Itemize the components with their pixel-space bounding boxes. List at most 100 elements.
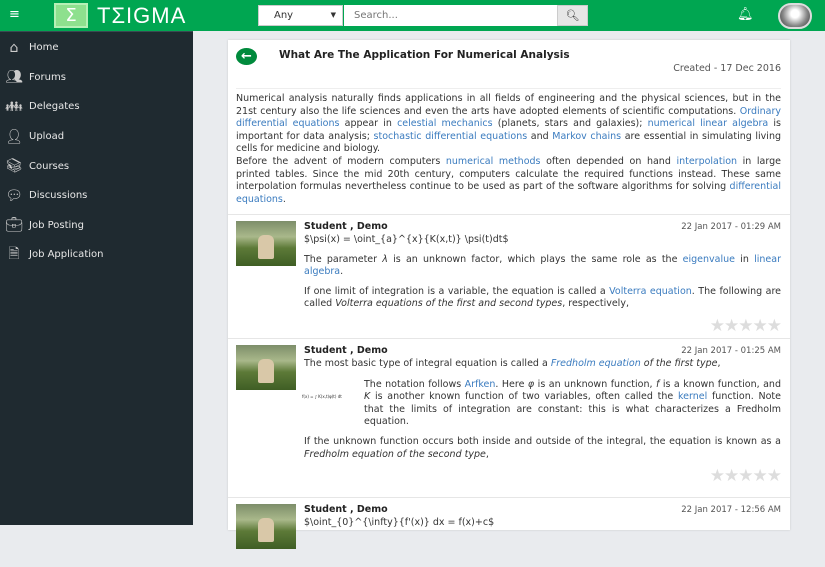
thread-title: What Are The Application For Numerical A…: [279, 49, 570, 61]
inline-link[interactable]: numerical linear algebra: [648, 118, 769, 129]
sidebar-item-courses[interactable]: 📚︎ Courses: [0, 151, 193, 181]
inline-link[interactable]: kernel: [678, 391, 707, 402]
post-paragraph: $\psi(x) = \oint_{a}^{x}{K(x,t)} \psi(t)…: [304, 234, 781, 247]
forums-icon: 👥︎: [5, 69, 23, 86]
sidebar-item-job-posting[interactable]: 💼︎ Job Posting: [0, 211, 193, 241]
post-paragraph: $\oint_{0}^{\infty}{f'(x)} dx = f(x)+c$: [304, 517, 781, 530]
home-icon: ⌂: [9, 39, 19, 56]
sidebar-item-label: Home: [29, 42, 59, 54]
text-segment: $\oint_{0}^{\infty}{f'(x)} dx = f(x)+c$: [304, 517, 495, 528]
text-segment: .: [282, 193, 286, 205]
text-segment: If the unknown function occurs both insi…: [304, 435, 781, 447]
star-rating[interactable]: ★★★★★: [710, 466, 782, 486]
post-paragraph: The parameter λ is an unknown factor, wh…: [304, 254, 781, 279]
text-segment: Before the advent of modern computers: [236, 155, 446, 167]
back-arrow-icon[interactable]: ←: [236, 48, 257, 65]
sidebar-item-label: Job Application: [29, 249, 104, 261]
sidebar-item-job-application[interactable]: 🗎 Job Application: [0, 240, 193, 270]
filter-value: Any: [274, 10, 294, 21]
text-segment: is a known function, and: [659, 378, 781, 390]
text-segment: is an unknown function,: [534, 378, 657, 390]
post-body: $\oint_{0}^{\infty}{f'(x)} dx = f(x)+c$: [304, 517, 781, 537]
user-avatar[interactable]: [778, 3, 812, 29]
inline-link[interactable]: celestial mechanics: [397, 118, 492, 129]
search-button[interactable]: 🔍︎: [557, 5, 588, 26]
upload-icon: 👤︎: [5, 128, 23, 145]
inline-link[interactable]: Arfken: [465, 379, 496, 390]
inline-link[interactable]: interpolation: [676, 156, 737, 167]
text-segment: (planets, stars and galaxies);: [492, 118, 648, 130]
text-segment: The parameter: [304, 253, 383, 265]
thread-intro: Numerical analysis naturally finds appli…: [236, 88, 781, 206]
post-date: 22 Jan 2017 - 01:29 AM: [681, 222, 781, 232]
sidebar-item-label: Delegates: [29, 101, 80, 113]
search-filter-select[interactable]: Any ▼: [258, 5, 343, 26]
text-segment: The notation follows: [364, 378, 465, 390]
logo-sigma-icon: Σ: [54, 3, 88, 28]
discussions-icon: 💬︎: [5, 187, 23, 204]
notifications-bell-icon[interactable]: 🔔︎: [737, 7, 754, 22]
sidebar-item-label: Forums: [29, 71, 66, 83]
top-bar: ≡ Σ TΣIGMA Any ▼ 🔍︎ 🔔︎: [0, 0, 825, 31]
author-name: Student , Demo: [304, 221, 388, 232]
search-input[interactable]: [344, 5, 557, 26]
post-paragraph: The most basic type of integral equation…: [304, 358, 781, 371]
author-photo: [236, 221, 296, 266]
sidebar-item-home[interactable]: ⌂ Home: [0, 33, 193, 63]
caret-down-icon: ▼: [330, 11, 336, 19]
post-paragraph: If one limit of integration is a variabl…: [304, 286, 781, 311]
post-paragraph: If the unknown function occurs both insi…: [304, 436, 781, 461]
reply-post: Student , Demo 22 Jan 2017 - 01:25 AM Th…: [228, 338, 790, 497]
post-date: 22 Jan 2017 - 01:25 AM: [681, 346, 781, 356]
inline-link[interactable]: numerical methods: [446, 156, 541, 167]
delegates-icon: 👪︎: [5, 98, 23, 115]
thread-card: ← What Are The Application For Numerical…: [228, 40, 790, 549]
briefcase-icon: 💼︎: [5, 217, 23, 234]
post-body: The most basic type of integral equation…: [302, 358, 781, 468]
text-segment: Fredholm equation of the second type: [304, 448, 486, 460]
inline-link[interactable]: stochastic differential equations: [374, 131, 528, 142]
document-icon: 🗎: [8, 245, 20, 262]
sidebar-item-delegates[interactable]: 👪︎ Delegates: [0, 92, 193, 122]
created-date: Created - 17 Dec 2016: [673, 63, 781, 74]
inline-link[interactable]: Volterra equation: [609, 286, 692, 297]
reply-post: Student , Demo 22 Jan 2017 - 01:29 AM $\…: [228, 214, 790, 338]
sidebar-item-discussions[interactable]: 💬︎ Discussions: [0, 181, 193, 211]
text-segment: of the first type: [640, 358, 718, 369]
author-name: Student , Demo: [304, 504, 388, 515]
text-segment: and: [527, 130, 553, 142]
text-segment: , respectively,: [562, 298, 629, 310]
logo-text: TΣIGMA: [97, 2, 187, 28]
sidebar-item-label: Courses: [29, 160, 70, 172]
text-segment: often depended on hand: [540, 155, 677, 167]
text-segment: .: [340, 266, 344, 278]
formula-image: f(x) = ∫ K(x,t)φ(t) dt: [302, 393, 342, 399]
hamburger-menu-icon[interactable]: ≡: [9, 8, 21, 21]
text-segment: appear in: [339, 118, 398, 130]
text-segment: ,: [485, 448, 489, 460]
text-segment: The most basic type of integral equation…: [304, 358, 551, 369]
post-paragraph: f(x) = ∫ K(x,t)φ(t) dt The notation follo…: [302, 378, 781, 429]
star-rating[interactable]: ★★★★★: [710, 316, 782, 336]
text-segment: If one limit of integration is a variabl…: [304, 285, 610, 297]
sidebar-item-forums[interactable]: 👥︎ Forums: [0, 63, 193, 93]
sidebar-item-label: Job Posting: [29, 219, 84, 231]
inline-link[interactable]: Markov chains: [552, 131, 621, 142]
author-photo: [236, 345, 296, 390]
inline-link[interactable]: Fredholm equation: [551, 358, 641, 369]
author-name: Student , Demo: [304, 345, 388, 356]
text-segment: $\psi(x) = \oint_{a}^{x}{K(x,t)} \psi(t)…: [304, 234, 509, 245]
post-date: 22 Jan 2017 - 12:56 AM: [681, 505, 781, 515]
text-segment: is another known function of two variabl…: [370, 391, 678, 403]
sidebar-item-label: Discussions: [29, 190, 88, 202]
reply-post: Student , Demo 22 Jan 2017 - 12:56 AM $\…: [228, 497, 790, 567]
text-segment: ,: [717, 358, 721, 369]
sidebar-item-label: Upload: [29, 131, 65, 143]
text-segment: Volterra equations of the first and seco…: [335, 298, 563, 310]
inline-link[interactable]: eigenvalue: [683, 254, 735, 265]
post-body: $\psi(x) = \oint_{a}^{x}{K(x,t)} \psi(t)…: [304, 234, 781, 318]
logo[interactable]: Σ TΣIGMA: [54, 3, 186, 28]
text-segment: is an unknown factor, which plays the sa…: [387, 253, 683, 265]
text-segment: . Here: [495, 378, 528, 390]
sidebar-item-upload[interactable]: 👤︎ Upload: [0, 122, 193, 152]
